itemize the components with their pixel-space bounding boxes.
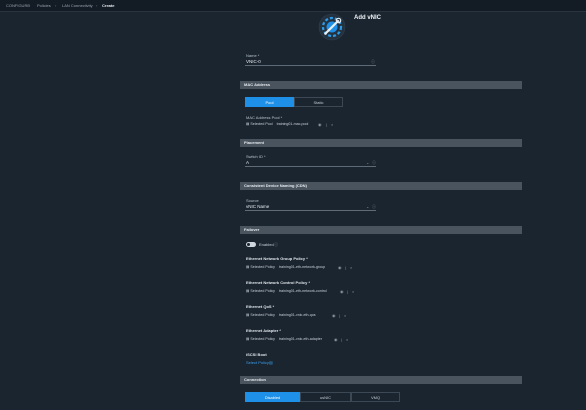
chevron-right-icon: › (96, 3, 98, 8)
name-underline (245, 65, 376, 66)
selected-policy-prefix: Selected Policy (250, 289, 275, 293)
eth-network-group-label: Ethernet Network Group Policy * (246, 256, 308, 261)
chevron-down-icon[interactable]: ⌄ (366, 204, 369, 209)
eth-qos-selection: ▤ Selected Policy training01-vnic-eth-qo… (246, 313, 316, 317)
eye-icon[interactable]: ◉ (318, 122, 322, 127)
close-icon[interactable]: × (352, 289, 354, 294)
connection-usnic-tab[interactable]: usNIC (300, 392, 351, 402)
selected-policy-value: training01-eth-network-group (278, 265, 326, 269)
eth-adapter-label: Ethernet Adapter * (246, 328, 281, 333)
selected-pool-value: training01-mac-pool (276, 122, 309, 126)
selected-policy-prefix: Selected Policy (250, 337, 275, 341)
breadcrumb-create: Create (102, 3, 115, 8)
divider-icon: | (326, 122, 328, 127)
eye-icon[interactable]: ◉ (334, 337, 338, 342)
chevron-right-icon: › (29, 3, 31, 8)
breadcrumb: CONFIGURE › Policies › LAN Connectivity … (0, 0, 586, 12)
document-icon: ▤ (246, 265, 250, 269)
cdn-source-underline (245, 210, 376, 211)
failover-enabled-label: Enabled (259, 242, 274, 247)
iscsi-boot-label: iSCSI Boot (246, 352, 267, 357)
page-title: Add vNIC (354, 15, 381, 21)
mac-pool-toggle[interactable]: Pool (245, 97, 294, 107)
switch-id-underline (245, 166, 376, 167)
selected-policy-prefix: Selected Policy (250, 265, 275, 269)
chevron-right-icon: › (55, 3, 57, 8)
section-mac-address: MAC Address (240, 81, 522, 89)
section-cdn: Consistent Device Naming (CDN) (240, 182, 522, 190)
document-icon: ▤ (246, 122, 250, 126)
document-icon: ▤ (246, 313, 250, 317)
breadcrumb-policies[interactable]: Policies (37, 3, 51, 8)
eye-icon[interactable]: ◉ (340, 289, 344, 294)
eye-icon[interactable]: ◉ (338, 265, 342, 270)
mac-pool-label: MAC Address Pool * (246, 115, 283, 120)
breadcrumb-lan-connectivity[interactable]: LAN Connectivity (62, 3, 93, 8)
chevron-down-icon[interactable]: ⌄ (366, 160, 369, 165)
close-icon[interactable]: × (350, 265, 352, 270)
name-input[interactable]: VNIC-0 (246, 59, 261, 64)
switch-id-select[interactable]: A (246, 160, 249, 165)
document-icon: ▤ (246, 337, 250, 341)
info-icon: ⓘ (274, 242, 278, 247)
cdn-source-label: Source (246, 198, 259, 203)
divider-icon: | (345, 265, 347, 270)
close-icon[interactable]: × (346, 337, 348, 342)
failover-toggle[interactable] (246, 242, 256, 247)
name-label: Name * (246, 53, 260, 58)
section-placement: Placement (240, 139, 522, 147)
divider-icon: | (339, 313, 341, 318)
eth-qos-label: Ethernet QoS * (246, 304, 275, 309)
breadcrumb-configure[interactable]: CONFIGURE (6, 3, 30, 8)
divider-icon: | (347, 289, 349, 294)
eth-network-group-selection: ▤ Selected Policy training01-eth-network… (246, 265, 325, 269)
selected-policy-value: training01-vnic-eth-adapter (278, 337, 322, 341)
selected-policy-value: training01-vnic-eth-qos (278, 313, 316, 317)
section-connection: Connection (240, 376, 522, 384)
eth-network-control-label: Ethernet Network Control Policy * (246, 280, 311, 285)
close-icon[interactable]: × (331, 122, 333, 127)
selected-policy-prefix: Selected Policy (250, 313, 275, 317)
cdn-source-select[interactable]: vNIC Name (246, 204, 269, 209)
selected-policy-value: training01-eth-network-control (278, 289, 327, 293)
document-icon[interactable]: ▤ (269, 360, 273, 365)
divider-icon: | (341, 337, 343, 342)
close-icon[interactable]: × (344, 313, 346, 318)
wizard-gear-icon (314, 12, 350, 42)
section-failover: Failover (240, 226, 522, 234)
switch-id-label: Switch ID * (246, 154, 266, 159)
eth-network-control-selection: ▤ Selected Policy training01-eth-network… (246, 289, 327, 293)
connection-vmq-tab[interactable]: VMQ (351, 392, 400, 402)
eth-adapter-selection: ▤ Selected Policy training01-vnic-eth-ad… (246, 337, 322, 341)
connection-disabled-tab[interactable]: Disabled (245, 392, 300, 402)
eye-icon[interactable]: ◉ (332, 313, 336, 318)
selected-pool-prefix: Selected Pool (250, 122, 273, 126)
document-icon: ▤ (246, 289, 250, 293)
mac-static-toggle[interactable]: Static (294, 97, 343, 107)
select-policy-link[interactable]: Select Policy (246, 360, 269, 365)
mac-pool-selection: ▤ Selected Pool training01-mac-pool (246, 122, 308, 126)
